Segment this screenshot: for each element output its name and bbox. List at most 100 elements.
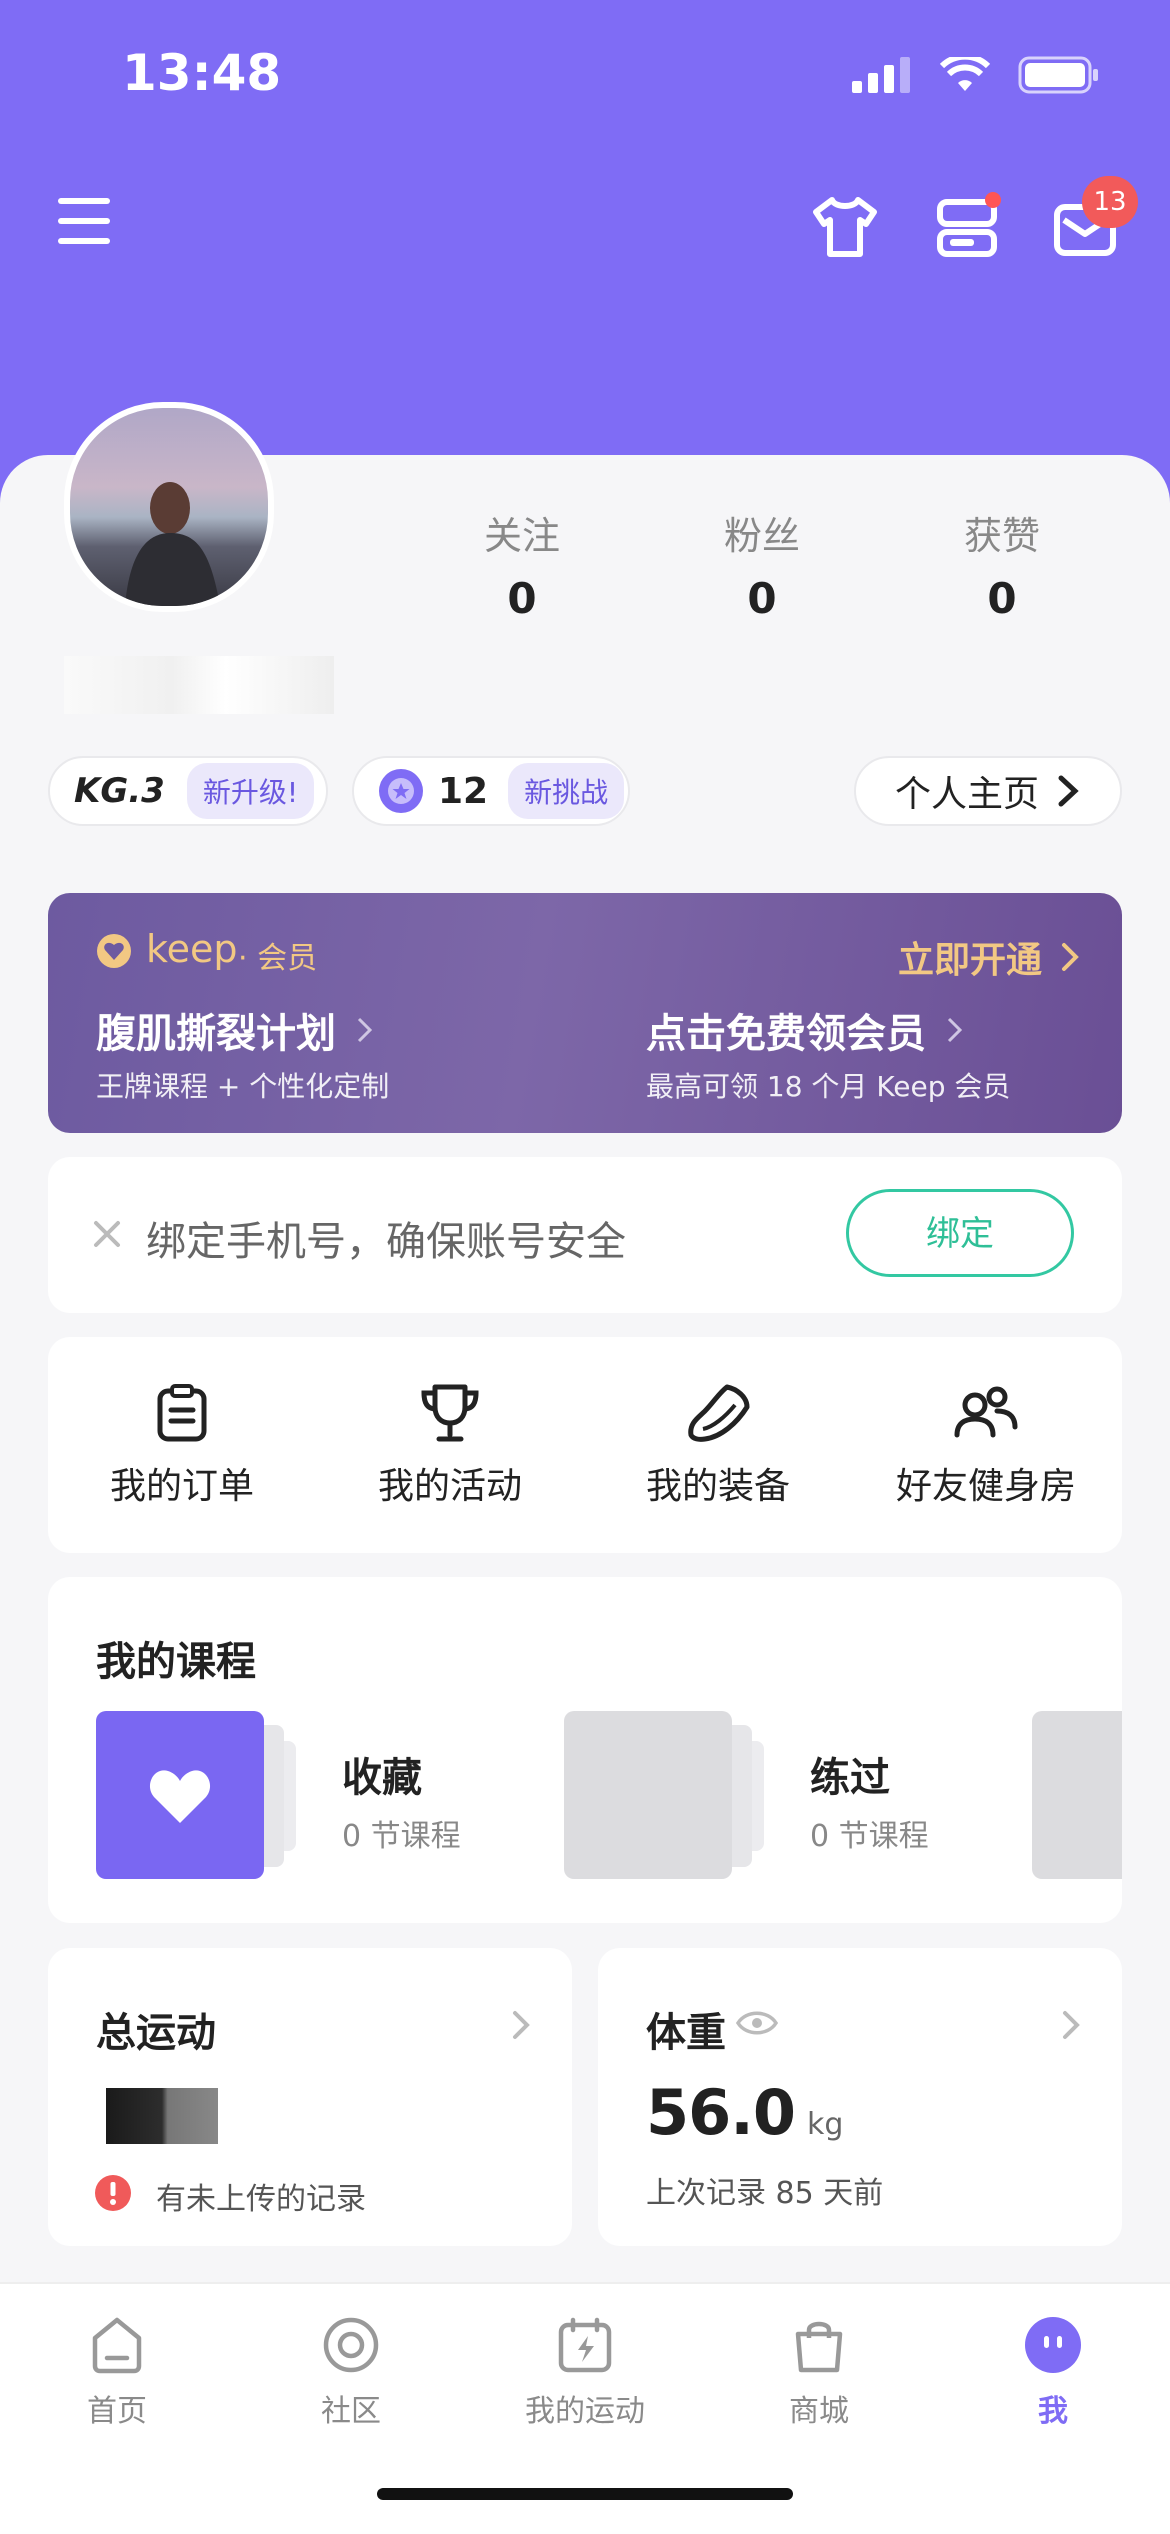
favorites-thumb — [96, 1711, 264, 1879]
stat-fans[interactable]: 粉丝 0 — [662, 505, 862, 623]
practiced-thumb — [564, 1711, 732, 1879]
tab-community[interactable]: 社区 — [234, 2316, 468, 2430]
kg-level: KG.3 — [74, 771, 165, 811]
quick-action-label: 好友健身房 — [895, 1466, 1076, 1507]
section-title: 我的课程 — [96, 1639, 256, 1685]
community-icon — [323, 2317, 379, 2373]
clipboard-icon — [157, 1384, 207, 1442]
battery-icon — [1018, 56, 1098, 94]
tab-my-exercise[interactable]: 我的运动 — [468, 2316, 702, 2430]
my-activities-button[interactable]: 我的活动 — [316, 1337, 584, 1553]
me-icon — [1025, 2317, 1081, 2373]
calendar-bolt-icon — [558, 2317, 612, 2373]
signal-icon — [852, 57, 910, 93]
medal-icon — [379, 769, 423, 813]
vip-heart-icon — [97, 934, 131, 968]
quick-action-label: 我的装备 — [645, 1466, 790, 1507]
menu-icon — [58, 198, 110, 244]
bind-phone-card: 绑定手机号，确保账号安全 绑定 — [48, 1157, 1122, 1313]
tab-home[interactable]: 首页 — [0, 2316, 234, 2430]
vip-banner[interactable]: keep · 会员 立即开通 腹肌撕裂计划 王牌课程 + 个性化定制 点击免费领… — [48, 893, 1122, 1133]
home-indicator — [377, 2488, 793, 2500]
course-practiced[interactable]: 练过 0 节课程 — [564, 1711, 984, 1881]
eye-icon[interactable] — [736, 2008, 778, 2038]
alert-icon — [95, 2175, 131, 2211]
avatar[interactable] — [64, 402, 274, 612]
chevron-right-icon — [1058, 775, 1079, 807]
weight-reading: 56.0 kg — [646, 2076, 843, 2149]
course-count: 0 节课程 — [342, 1819, 461, 1854]
shopping-bag-icon — [795, 2321, 843, 2373]
vip-left-title: 腹肌撕裂计划 — [96, 1011, 336, 1057]
tab-label: 首页 — [87, 2394, 147, 2429]
homepage-button[interactable]: 个人主页 — [854, 756, 1122, 826]
stat-label: 关注 — [483, 514, 560, 558]
kg-tag: 新升级! — [186, 763, 315, 819]
kg-level-pill[interactable]: KG.3 新升级! — [48, 756, 328, 826]
friends-gym-button[interactable]: 好友健身房 — [852, 1337, 1120, 1553]
tab-me[interactable]: 我 — [936, 2316, 1170, 2430]
weight-unit: kg — [806, 2107, 844, 2142]
friends-icon — [954, 1386, 1018, 1438]
stat-value: 0 — [507, 574, 537, 623]
status-time: 13:48 — [122, 44, 282, 102]
shoe-icon — [688, 1384, 750, 1442]
tab-label: 商城 — [789, 2394, 849, 2429]
weight-title: 体重 — [646, 2010, 726, 2056]
chevron-right-icon — [947, 1017, 963, 1043]
total-exercise-title: 总运动 — [96, 2010, 216, 2056]
stat-value: 0 — [987, 574, 1017, 623]
my-gear-button[interactable]: 我的装备 — [584, 1337, 852, 1553]
upload-warning: 有未上传的记录 — [156, 2182, 366, 2217]
weight-value: 56.0 — [646, 2076, 796, 2149]
chevron-right-icon — [1063, 2011, 1080, 2039]
outfit-button[interactable] — [812, 196, 878, 258]
vip-brand-suffix: · 会员 — [238, 941, 318, 976]
stat-value: 0 — [747, 574, 777, 623]
heart-icon — [149, 1770, 211, 1823]
chevron-right-icon — [1062, 943, 1079, 971]
more-course-thumb[interactable] — [1032, 1711, 1122, 1879]
tab-label: 我 — [1038, 2394, 1068, 2429]
weight-last-record: 上次记录 85 天前 — [646, 2176, 884, 2211]
total-exercise-card[interactable]: 总运动 有未上传的记录 — [48, 1948, 572, 2246]
menu-button[interactable] — [58, 196, 110, 246]
tab-store[interactable]: 商城 — [702, 2316, 936, 2430]
quick-action-label: 我的订单 — [109, 1466, 254, 1507]
vip-brand: keep — [146, 927, 238, 971]
course-name: 练过 — [810, 1755, 890, 1801]
tab-label: 社区 — [321, 2394, 381, 2429]
course-count: 0 节课程 — [810, 1819, 929, 1854]
my-courses-card: 我的课程 收藏 0 节课程 练过 0 节课程 — [48, 1577, 1122, 1923]
vip-left-promo[interactable]: 腹肌撕裂计划 王牌课程 + 个性化定制 — [96, 1001, 389, 1105]
username-redacted — [64, 656, 334, 714]
bind-phone-text: 绑定手机号，确保账号安全 — [146, 1219, 626, 1265]
close-icon[interactable] — [92, 1219, 122, 1249]
stat-following[interactable]: 关注 0 — [422, 505, 622, 623]
tshirt-icon — [813, 197, 877, 257]
my-orders-button[interactable]: 我的订单 — [48, 1337, 316, 1553]
chevron-right-icon — [357, 1017, 373, 1043]
stat-label: 获赞 — [963, 514, 1040, 558]
quick-actions-card: 我的订单 我的活动 我的装备 好友健身房 — [48, 1337, 1122, 1553]
vip-right-title: 点击免费领会员 — [646, 1011, 926, 1057]
avatar-photo — [125, 482, 220, 606]
course-name: 收藏 — [342, 1755, 422, 1801]
homepage-label: 个人主页 — [894, 774, 1039, 815]
course-favorites[interactable]: 收藏 0 节课程 — [96, 1711, 516, 1881]
tab-label: 我的运动 — [525, 2394, 645, 2429]
devices-dot — [985, 192, 1001, 208]
vip-cta[interactable]: 立即开通 — [898, 931, 1082, 983]
challenge-tag: 新挑战 — [508, 763, 625, 819]
home-icon — [92, 2317, 142, 2374]
vip-right-promo[interactable]: 点击免费领会员 最高可领 18 个月 Keep 会员 — [646, 1001, 1010, 1105]
weight-card[interactable]: 体重 56.0 kg 上次记录 85 天前 — [598, 1948, 1122, 2246]
bind-button[interactable]: 绑定 — [846, 1189, 1074, 1277]
challenge-pill[interactable]: 12 新挑战 — [352, 756, 630, 826]
wifi-icon — [940, 57, 990, 91]
stat-likes[interactable]: 获赞 0 — [902, 505, 1102, 623]
vip-left-sub: 王牌课程 + 个性化定制 — [96, 1070, 390, 1103]
quick-action-label: 我的活动 — [377, 1466, 522, 1507]
notification-badge: 13 — [1082, 176, 1138, 228]
challenge-count: 12 — [438, 770, 489, 812]
